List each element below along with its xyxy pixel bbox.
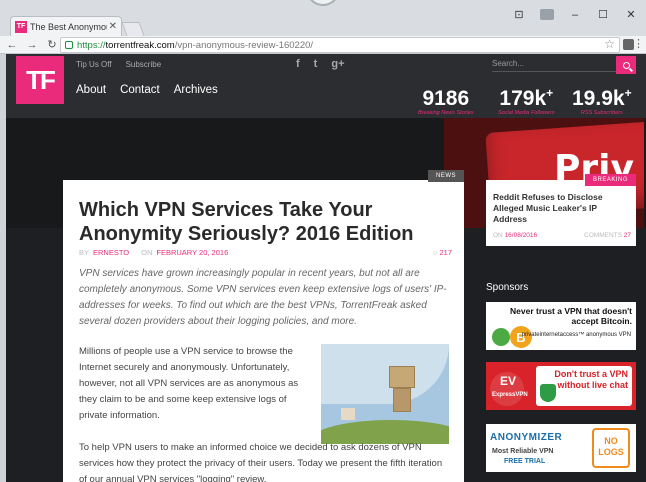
article-image	[321, 344, 449, 444]
news-tag[interactable]: NEWS	[428, 170, 464, 182]
lock-icon	[65, 41, 73, 49]
stat-value: 19.9k+	[572, 86, 632, 110]
facebook-icon[interactable]: f	[296, 58, 300, 70]
browser-tabstrip: TF The Best Anonymous VPN ✕ ⊡ – ☐ ✕	[0, 0, 646, 36]
user-icon[interactable]	[540, 9, 554, 20]
ad-headline: Don't trust a VPN without live chat	[554, 369, 628, 390]
search-icon	[622, 61, 630, 69]
article-byline: BY ERNESTO ON FEBRUARY 20, 2016	[79, 248, 228, 257]
url-path: /vpn-anonymous-review-160220/	[174, 39, 314, 51]
boxhead-figure	[389, 366, 415, 388]
window-controls: ⊡ – ☐ ✕	[512, 8, 638, 22]
comment-count-link[interactable]: 217	[433, 248, 452, 257]
breaking-tag: BREAKING	[584, 174, 636, 186]
forward-arrow-icon[interactable]: →	[24, 39, 40, 51]
back-arrow-icon[interactable]: ←	[4, 39, 20, 51]
ad-panel: Don't trust a VPN without live chat	[536, 366, 632, 406]
by-label: BY	[79, 248, 90, 257]
article-paragraph: To help VPN users to make an informed ch…	[79, 442, 443, 482]
breaking-date: ON 16/08/2016	[493, 232, 538, 239]
ad-brand: ExpressVPN	[492, 392, 528, 398]
browser-tab[interactable]: TF The Best Anonymous VPN ✕	[10, 16, 122, 36]
maximize-icon[interactable]: ☐	[596, 8, 610, 21]
stat-rss-subscribers: 19.9k+ RSS Subscribers	[572, 82, 632, 116]
address-bar[interactable]: https:// torrentfreak.com /vpn-anonymous…	[60, 37, 620, 53]
minimize-icon[interactable]: –	[568, 9, 582, 21]
stat-label: Breaking News Stories	[418, 110, 474, 116]
nav-contact[interactable]: Contact	[120, 84, 160, 96]
ad-tagline: Most Reliable VPN	[492, 448, 554, 455]
sponsor-ad-anonymizer[interactable]: ANONYMIZER Most Reliable VPN FREE TRIAL …	[486, 424, 636, 472]
cast-icon[interactable]: ⊡	[512, 8, 526, 21]
ad-brand: ANONYMIZER	[490, 432, 563, 443]
no-logs-badge: NO LOGS	[592, 428, 630, 468]
site-logo[interactable]: TF	[16, 56, 64, 104]
url-host: torrentfreak.com	[105, 39, 175, 51]
social-links: f t g+	[296, 58, 345, 70]
stat-social-followers: 179k+ Social Media Followers	[498, 82, 555, 116]
search-input[interactable]: Search...	[492, 56, 616, 72]
site-header: TF Tip Us Off Subscribe About Contact Ar…	[6, 54, 646, 118]
tip-us-off-link[interactable]: Tip Us Off	[76, 60, 112, 69]
browser-toolbar: ← → ↻ https:// torrentfreak.com /vpn-ano…	[0, 36, 646, 54]
top-links: Tip Us Off Subscribe	[76, 60, 161, 69]
sponsors-heading: Sponsors	[486, 282, 529, 293]
article-title[interactable]: Which VPN Services Take Your Anonymity S…	[79, 198, 449, 246]
breaking-comments[interactable]: COMMENTS 27	[584, 232, 631, 239]
tab-title: The Best Anonymous VPN	[30, 21, 107, 32]
twitter-icon[interactable]: t	[314, 58, 318, 70]
search-button[interactable]	[616, 56, 636, 74]
site-page: TF Tip Us Off Subscribe About Contact Ar…	[6, 54, 646, 482]
stat-label: Social Media Followers	[498, 110, 555, 116]
new-tab-button[interactable]	[121, 22, 145, 36]
tab-close-icon[interactable]: ✕	[109, 21, 117, 32]
ad-headline: Never trust a VPN that doesn't accept Bi…	[510, 306, 632, 326]
article-lead: VPN services have grown increasingly pop…	[79, 268, 447, 327]
article-date: FEBRUARY 20, 2016	[156, 248, 229, 257]
browser-menu-icon[interactable]: ⋮	[633, 37, 644, 50]
article-paragraph: Millions of people use a VPN service to …	[79, 346, 299, 421]
sponsor-ad-expressvpn[interactable]: EV ExpressVPN Don't trust a VPN without …	[486, 362, 636, 410]
sponsor-ad-pia[interactable]: Never trust a VPN that doesn't accept Bi…	[486, 302, 636, 350]
browser-profile-icon[interactable]	[306, 0, 340, 6]
ad-cta: FREE TRIAL	[504, 458, 546, 465]
tab-favicon-icon: TF	[15, 20, 27, 33]
breaking-news-card[interactable]: BREAKING Reddit Refuses to Disclose Alle…	[486, 174, 636, 246]
pia-robot-icon	[492, 328, 510, 346]
breaking-title[interactable]: Reddit Refuses to Disclose Alleged Music…	[493, 192, 631, 225]
on-label: ON	[141, 248, 153, 257]
google-plus-icon[interactable]: g+	[331, 58, 344, 70]
ad-brand: privateinternetaccess™ anonymous VPN	[521, 332, 631, 338]
close-window-icon[interactable]: ✕	[624, 8, 638, 21]
stat-news-stories: 9186 Breaking News Stories	[418, 82, 474, 117]
author-link[interactable]: ERNESTO	[93, 248, 129, 257]
bookmark-star-icon[interactable]: ☆	[604, 37, 615, 51]
expressvpn-mark: EV	[500, 374, 517, 388]
stat-value: 9186	[422, 87, 470, 110]
stat-value: 179k+	[499, 86, 554, 110]
reload-icon[interactable]: ↻	[44, 38, 60, 51]
url-scheme: https://	[77, 39, 106, 51]
article-card: NEWS Which VPN Services Take Your Anonym…	[63, 170, 464, 482]
nav-about[interactable]: About	[76, 84, 106, 96]
subscribe-link[interactable]: Subscribe	[126, 60, 162, 69]
stat-label: RSS Subscribers	[580, 110, 623, 116]
main-nav: About Contact Archives	[76, 84, 218, 96]
nav-archives[interactable]: Archives	[174, 84, 218, 96]
